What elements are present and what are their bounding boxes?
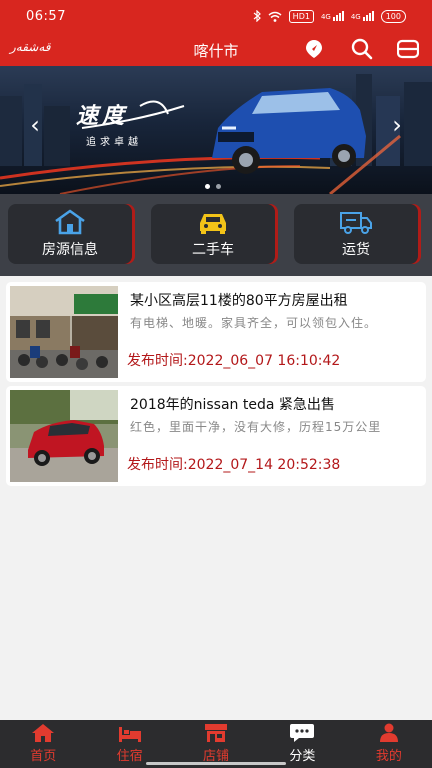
nav-label-profile: 我的	[375, 749, 402, 764]
listing-item-1[interactable]: 某小区高层11楼的80平方房屋出租 有电梯、地暖。家具齐全，可以领包入住。 发布…	[6, 282, 426, 382]
listing-item-2[interactable]: 2018年的nissan teda 紧急出售 红色，里面干净，没有大修，历程15…	[6, 386, 426, 486]
category-used-car[interactable]: 二手车	[151, 204, 275, 264]
wifi-icon	[268, 11, 282, 22]
category-house-label: 房源信息	[42, 242, 98, 258]
banner-pagination	[205, 184, 221, 189]
user-icon	[379, 723, 398, 742]
battery-indicator: 100	[380, 9, 406, 23]
nav-label-home: 首页	[30, 749, 57, 764]
listing-photo-2	[10, 390, 118, 482]
location-icon[interactable]	[302, 37, 326, 61]
home-indicator[interactable]	[146, 762, 286, 765]
status-time: 06:57	[26, 8, 66, 24]
banner-slogan: 速度	[76, 104, 129, 129]
listing-photo-1	[10, 286, 118, 378]
network-badge: HD1	[288, 9, 314, 23]
banner-prev-arrow[interactable]: ‹	[22, 112, 48, 138]
category-house[interactable]: 房源信息	[8, 204, 132, 264]
car-image	[212, 88, 366, 174]
nav-label-lodging: 住宿	[116, 749, 143, 764]
nav-item-home[interactable]: 首页	[0, 720, 86, 768]
banner-background-image	[0, 74, 432, 194]
status-bar: 06:57 HD1 4G 4G 100	[0, 0, 432, 32]
search-icon[interactable]	[350, 37, 374, 61]
shop-icon	[205, 724, 228, 742]
category-used-car-label: 二手车	[192, 242, 234, 258]
signal-1: 4G	[321, 11, 344, 21]
nav-item-category[interactable]: 分类	[259, 720, 345, 768]
house-icon	[55, 209, 85, 235]
listing-desc-1: 有电梯、地暖。家具齐全，可以领包入住。	[130, 316, 378, 330]
bottom-nav: 首页 住宿 店铺 分类 我的	[0, 720, 432, 768]
bluetooth-icon	[253, 10, 261, 22]
car-icon	[200, 214, 226, 234]
home-icon	[32, 724, 55, 742]
chat-icon	[290, 724, 315, 742]
nav-item-shop[interactable]: 店铺	[173, 720, 259, 768]
banner-subslogan: 追求卓越	[86, 137, 142, 148]
bed-icon	[118, 727, 141, 742]
listing-time-1: 发布时间:2022_06_07 16:10:42	[127, 353, 341, 369]
listing-desc-2: 红色，里面干净，没有大修，历程15万公里	[130, 420, 382, 434]
status-icons: HD1 4G 4G 100	[253, 9, 406, 23]
category-freight[interactable]: 运货	[294, 204, 418, 264]
listing-title-1: 某小区高层11楼的80平方房屋出租	[130, 293, 348, 309]
header-uyghur-text: قەشقەر	[10, 40, 51, 54]
listing-title-2: 2018年的nissan teda 紧急出售	[130, 397, 335, 413]
category-row: 房源信息 二手车 运货	[0, 194, 432, 276]
nav-item-profile[interactable]: 我的	[346, 720, 432, 768]
nav-label-category: 分类	[289, 749, 316, 764]
signal-2: 4G	[351, 11, 374, 21]
banner-next-arrow[interactable]: ›	[384, 112, 410, 138]
app-header: قەشقەر 喀什市	[0, 32, 432, 66]
listing-time-2: 发布时间:2022_07_14 20:52:38	[127, 457, 341, 473]
menu-icon[interactable]	[396, 37, 420, 61]
banner-dot-1[interactable]	[205, 184, 210, 189]
nav-item-lodging[interactable]: 住宿	[86, 720, 172, 768]
promo-banner[interactable]: 速度 追求卓越 ‹ ›	[0, 66, 432, 194]
truck-icon	[340, 212, 372, 234]
banner-dot-2[interactable]	[216, 184, 221, 189]
category-freight-label: 运货	[342, 242, 370, 258]
